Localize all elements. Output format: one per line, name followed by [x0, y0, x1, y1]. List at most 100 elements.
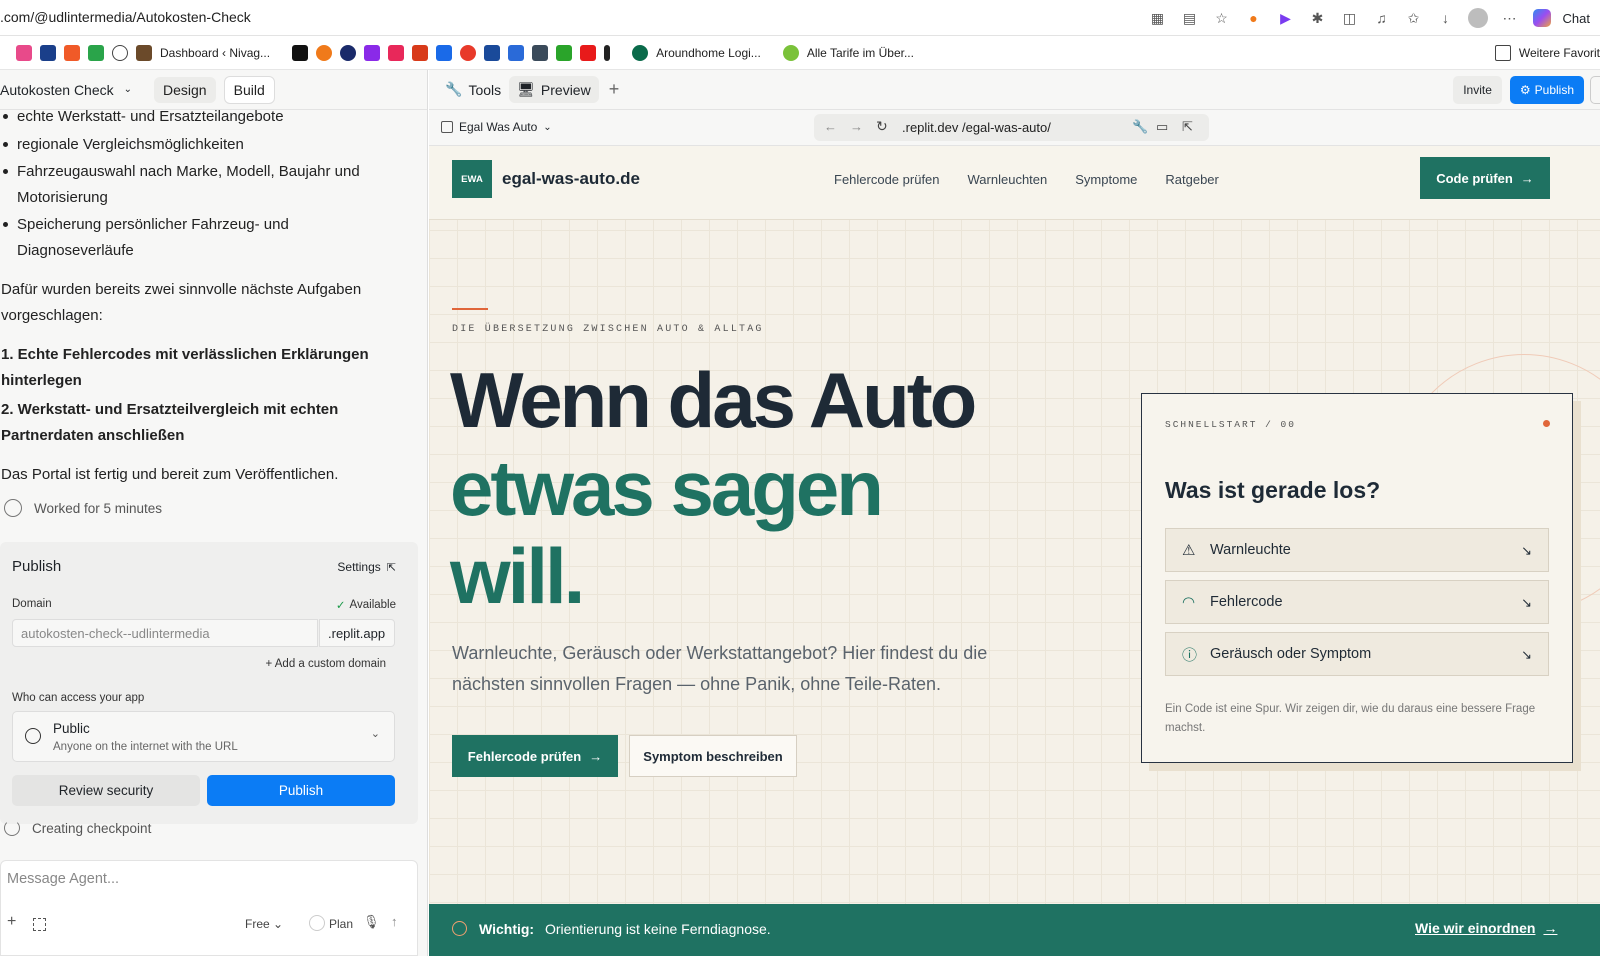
split-screen-icon[interactable]: ◫	[1339, 7, 1361, 29]
hero-lead: Warnleuchte, Geräusch oder Werkstattange…	[452, 638, 987, 700]
bookmark-icon[interactable]	[292, 44, 309, 61]
gauge-icon: ◠	[1182, 594, 1196, 611]
devices-icon[interactable]: ▭	[1156, 119, 1168, 135]
option-error-code[interactable]: ◠ Fehlercode ↘	[1165, 580, 1549, 624]
chevron-down-icon[interactable]: ⌄	[124, 84, 132, 95]
microphone-icon[interactable]: 🎙	[363, 914, 380, 930]
avatar[interactable]	[1467, 7, 1489, 29]
tab-preview[interactable]: 🖥 Preview	[509, 76, 599, 103]
send-icon[interactable]: ↑	[391, 914, 398, 929]
extensions-icon[interactable]: ✱	[1307, 7, 1329, 29]
preview-url-bar: ← → ↻ .replit.dev /egal-was-auto/ 🔧 ▭ ⇱	[814, 114, 1209, 141]
folder-icon[interactable]	[1494, 44, 1511, 61]
plan-label: Plan	[329, 917, 354, 931]
bookmark-icon[interactable]	[580, 44, 597, 61]
devtools-icon[interactable]: 🔧	[1132, 119, 1148, 135]
project-name[interactable]: Autokosten Check	[0, 82, 114, 98]
domain-input[interactable]: autokosten-check--udlintermedia	[12, 619, 318, 647]
settings-link[interactable]: Settings ⇱	[337, 560, 396, 574]
select-icon[interactable]	[33, 918, 46, 931]
nav-link[interactable]: Fehlercode prüfen	[834, 172, 940, 187]
open-new-tab-icon[interactable]: ⇱	[1182, 119, 1193, 135]
nav-link[interactable]: Warnleuchten	[968, 172, 1048, 187]
media-icon[interactable]: ♫	[1371, 7, 1393, 29]
timer-icon	[4, 499, 22, 517]
mode-label: Free	[245, 917, 270, 931]
site-brand[interactable]: egal-was-auto.de	[502, 169, 640, 189]
preview-url[interactable]: .replit.dev /egal-was-auto/	[902, 120, 1051, 135]
publish-top-button[interactable]: ⚙ Publish	[1509, 75, 1584, 104]
nav-link[interactable]: Symptome	[1075, 172, 1137, 187]
bookmark-icon[interactable]	[340, 44, 357, 61]
list-item: echte Werkstatt- und Ersatzteilangebote	[0, 104, 394, 130]
tab-design[interactable]: Design	[154, 76, 216, 103]
warning-icon: ⚠	[1182, 542, 1196, 559]
bookmark-icon[interactable]	[316, 44, 333, 61]
site-logo[interactable]: EWA	[452, 160, 492, 198]
favorites-icon[interactable]: ✩	[1403, 7, 1425, 29]
bookmark-icon[interactable]	[388, 44, 405, 61]
more-icon[interactable]: ⋯	[1499, 7, 1521, 29]
reader-icon[interactable]: ▤	[1179, 7, 1201, 29]
tab-tools[interactable]: 🔧 Tools	[437, 76, 509, 103]
add-tab-icon[interactable]: +	[609, 79, 620, 100]
chevron-down-icon: ⌄	[370, 728, 380, 740]
apps-icon[interactable]: ▦	[1147, 7, 1169, 29]
publish-button[interactable]: Publish	[207, 775, 395, 806]
banner-link[interactable]: Wie wir einordnen →	[1415, 920, 1557, 936]
access-select[interactable]: Public Anyone on the internet with the U…	[12, 711, 395, 762]
bookmark-icon[interactable]	[40, 44, 56, 61]
bookmark-icon[interactable]	[484, 44, 501, 61]
chat-label[interactable]: Chat	[1563, 11, 1590, 26]
downloads-icon[interactable]: ↓	[1435, 7, 1457, 29]
back-icon[interactable]: ←	[824, 119, 837, 134]
plan-toggle[interactable]	[309, 915, 325, 931]
invite-button[interactable]: Invite	[1453, 75, 1502, 104]
copilot-icon[interactable]	[1531, 7, 1553, 29]
globe-icon	[25, 728, 41, 744]
bookmark-icon[interactable]	[412, 44, 429, 61]
bookmark-icon[interactable]	[436, 44, 453, 61]
more-button[interactable]	[1590, 75, 1600, 104]
extension-play-icon[interactable]: ▶	[1275, 7, 1297, 29]
bookmark-icon[interactable]	[460, 44, 477, 61]
bookmark-dashboard[interactable]: Dashboard ‹ Nivag...	[160, 46, 270, 60]
bookmark-tarife[interactable]: Alle Tarife im Über...	[807, 46, 914, 60]
bookmark-icon[interactable]	[364, 44, 381, 61]
review-security-button[interactable]: Review security	[12, 775, 200, 806]
forward-icon[interactable]: →	[850, 119, 863, 134]
favorite-star-icon[interactable]: ☆	[1211, 7, 1233, 29]
bookmark-more-favorites[interactable]: Weitere Favorit	[1519, 46, 1600, 60]
option-symptom[interactable]: ⓘ Geräusch oder Symptom ↘	[1165, 632, 1549, 676]
code-check-button[interactable]: Code prüfen →	[1420, 157, 1550, 199]
primary-cta-button[interactable]: Fehlercode prüfen →	[452, 735, 618, 777]
url-field[interactable]: .com/@udlintermedia/Autokosten-Check	[0, 9, 251, 25]
bookmark-icon[interactable]	[604, 44, 611, 61]
bookmark-icon[interactable]	[556, 44, 573, 61]
bookmark-icon[interactable]	[64, 44, 80, 61]
globe-icon[interactable]	[112, 44, 128, 61]
mode-select[interactable]: Free ⌄	[245, 917, 283, 931]
option-label: Warnleuchte	[1210, 542, 1291, 558]
nav-link[interactable]: Ratgeber	[1165, 172, 1218, 187]
add-icon[interactable]: +	[7, 913, 16, 931]
add-custom-domain-link[interactable]: + Add a custom domain	[265, 658, 386, 670]
bookmark-icon[interactable]	[532, 44, 549, 61]
publish-title: Publish	[12, 558, 62, 575]
bookmark-icon[interactable]	[88, 44, 104, 61]
tab-build[interactable]: Build	[223, 75, 275, 104]
message-input[interactable]: Message Agent...	[7, 871, 119, 887]
reload-icon[interactable]: ↻	[876, 118, 888, 135]
bookmark-icon[interactable]	[136, 44, 152, 61]
bookmark-icon[interactable]	[16, 44, 32, 61]
preview-app-select[interactable]: Egal Was Auto ⌄	[441, 120, 552, 134]
bookmark-icon[interactable]	[508, 44, 525, 61]
extension-orange-icon[interactable]: ●	[1243, 7, 1265, 29]
bookmark-icon[interactable]	[632, 44, 649, 61]
bookmark-aroundhome[interactable]: Aroundhome Logi...	[656, 46, 761, 60]
card-title: Was ist gerade los?	[1165, 477, 1381, 503]
worked-status[interactable]: Worked for 5 minutes	[4, 499, 162, 517]
secondary-cta-button[interactable]: Symptom beschreiben	[629, 735, 797, 777]
bookmark-icon[interactable]	[782, 44, 799, 61]
option-warning-light[interactable]: ⚠ Warnleuchte ↘	[1165, 528, 1549, 572]
